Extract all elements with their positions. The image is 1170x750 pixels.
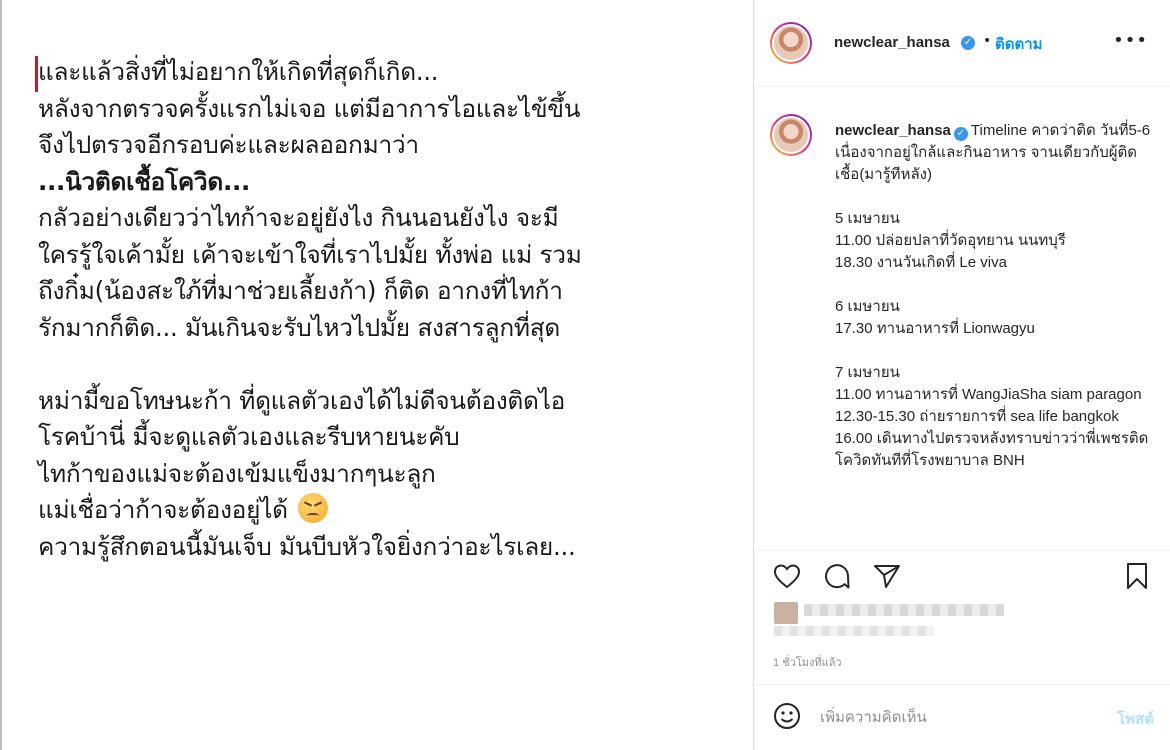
post-timestamp[interactable]: 1 ชั่วโมงที่แล้ว [773, 653, 842, 671]
caption-area: newclear_hansa ✓ Timeline คาดว่าติด วันที่… [754, 88, 1170, 550]
post-line-text: แม่เชื่อว่าก้าจะต้องอยู่ได้ [38, 495, 288, 524]
post-line: หลังจากตรวจครั้งแรกไม่เจอ แต่มีอาการไอแล… [38, 93, 581, 123]
more-icon[interactable]: ••• [1113, 32, 1148, 50]
post-side-panel: newclear_hansa ✓ • ติดตาม ••• newclear_h… [754, 0, 1170, 750]
caption-entry: 11.00 ทานอาหารที่ WangJiaSha siam parago… [835, 386, 1142, 403]
post-line: ถึงกิ๋ม(น้องสะใภ้ที่มาช่วยเลี้ยงก้า) ก็ต… [38, 276, 563, 305]
caption-day-title: 7 เมษายน [835, 364, 900, 381]
header-username[interactable]: newclear_hansa [834, 34, 950, 51]
caption-entry: 16.00 เดินทางไปตรวจหลังทราบข่าวว่าพี่เพช… [835, 430, 1149, 469]
caption-intro: newclear_hansa ✓ Timeline คาดว่าติด วันที่… [835, 120, 1155, 186]
caption-entry: 18.30 งานวันเกิดที่ Le viva [835, 254, 1007, 271]
verified-icon: ✓ [961, 36, 975, 50]
comment-icon[interactable] [822, 561, 852, 591]
post-header: newclear_hansa ✓ • ติดตาม ••• [754, 0, 1170, 87]
share-icon[interactable] [872, 561, 902, 591]
avatar[interactable] [770, 22, 812, 64]
avatar[interactable] [770, 114, 812, 156]
post-gap [38, 346, 738, 383]
post-line: และแล้วสิ่งที่ไม่อยากให้เกิดที่สุดก็เกิด… [38, 57, 439, 86]
post-image-text: และแล้วสิ่งที่ไม่อยากให้เกิดที่สุดก็เกิด… [38, 54, 738, 565]
post-line: โรคบ้านี่ มี้จะดูแลตัวเองและรีบหายนะคับ [38, 422, 460, 451]
caption-entry: 11.00 ปล่อยปลาที่วัดอุทยาน นนทบุรี [835, 232, 1066, 249]
post-line: จึงไปตรวจอีกรอบค่ะและผลออกมาว่า [38, 130, 419, 159]
caption: newclear_hansa ✓ Timeline คาดว่าติด วันที่… [835, 120, 1155, 472]
post-comment-button[interactable]: โพสต์ [1117, 707, 1154, 731]
post-line: กลัวอย่างเดียวว่าไทก้าจะอยู่ยังไง กินนอน… [38, 203, 559, 232]
caption-entry: 17.30 ทานอาหารที่ Lionwagyu [835, 320, 1035, 337]
caption-day-title: 5 เมษายน [835, 210, 900, 227]
post-image[interactable]: และแล้วสิ่งที่ไม่อยากให้เกิดที่สุดก็เกิด… [0, 0, 753, 750]
post-line: ความรู้สึกตอนนี้มันเจ็บ มันบีบหัวใจยิ่งก… [38, 531, 576, 561]
post-line: หม่ามี้ขอโทษนะก้า ที่ดูแลตัวเองได้ไม่ดีจ… [38, 385, 566, 415]
action-bar [754, 550, 1170, 594]
caption-day-title: 6 เมษายน [835, 298, 900, 315]
emoji-icon[interactable] [772, 701, 802, 731]
caption-username[interactable]: newclear_hansa [835, 122, 951, 139]
likes-summary-blurred [754, 594, 1170, 644]
comment-bar: โพสต์ [754, 684, 1170, 750]
post-line-headline: ...นิวติดเชื้อโควิด... [38, 166, 251, 196]
heart-icon[interactable] [772, 561, 802, 591]
post-line: ใครรู้ใจเค้ามั้ย เค้าจะเข้าใจที่เราไปมั้… [38, 239, 582, 269]
post-line-with-emoji: แม่เชื่อว่าก้าจะต้องอยู่ได้ [38, 492, 738, 529]
post-line: รักมากก็ติด... มันเกินจะรับไหวไปมั้ย สงส… [38, 312, 560, 342]
persevering-face-icon [297, 493, 328, 523]
separator-dot: • [983, 33, 992, 49]
verified-icon: ✓ [953, 127, 968, 141]
comment-input[interactable] [820, 703, 1090, 731]
bookmark-icon[interactable] [1122, 561, 1152, 591]
post-line: ไทก้าของแม่จะต้องเข้มแข็งมากๆนะลูก [38, 458, 436, 488]
follow-button[interactable]: ติดตาม [995, 32, 1043, 56]
caption-entry: 12.30-15.30 ถ่ายรายการที่ sea life bangk… [835, 408, 1119, 425]
